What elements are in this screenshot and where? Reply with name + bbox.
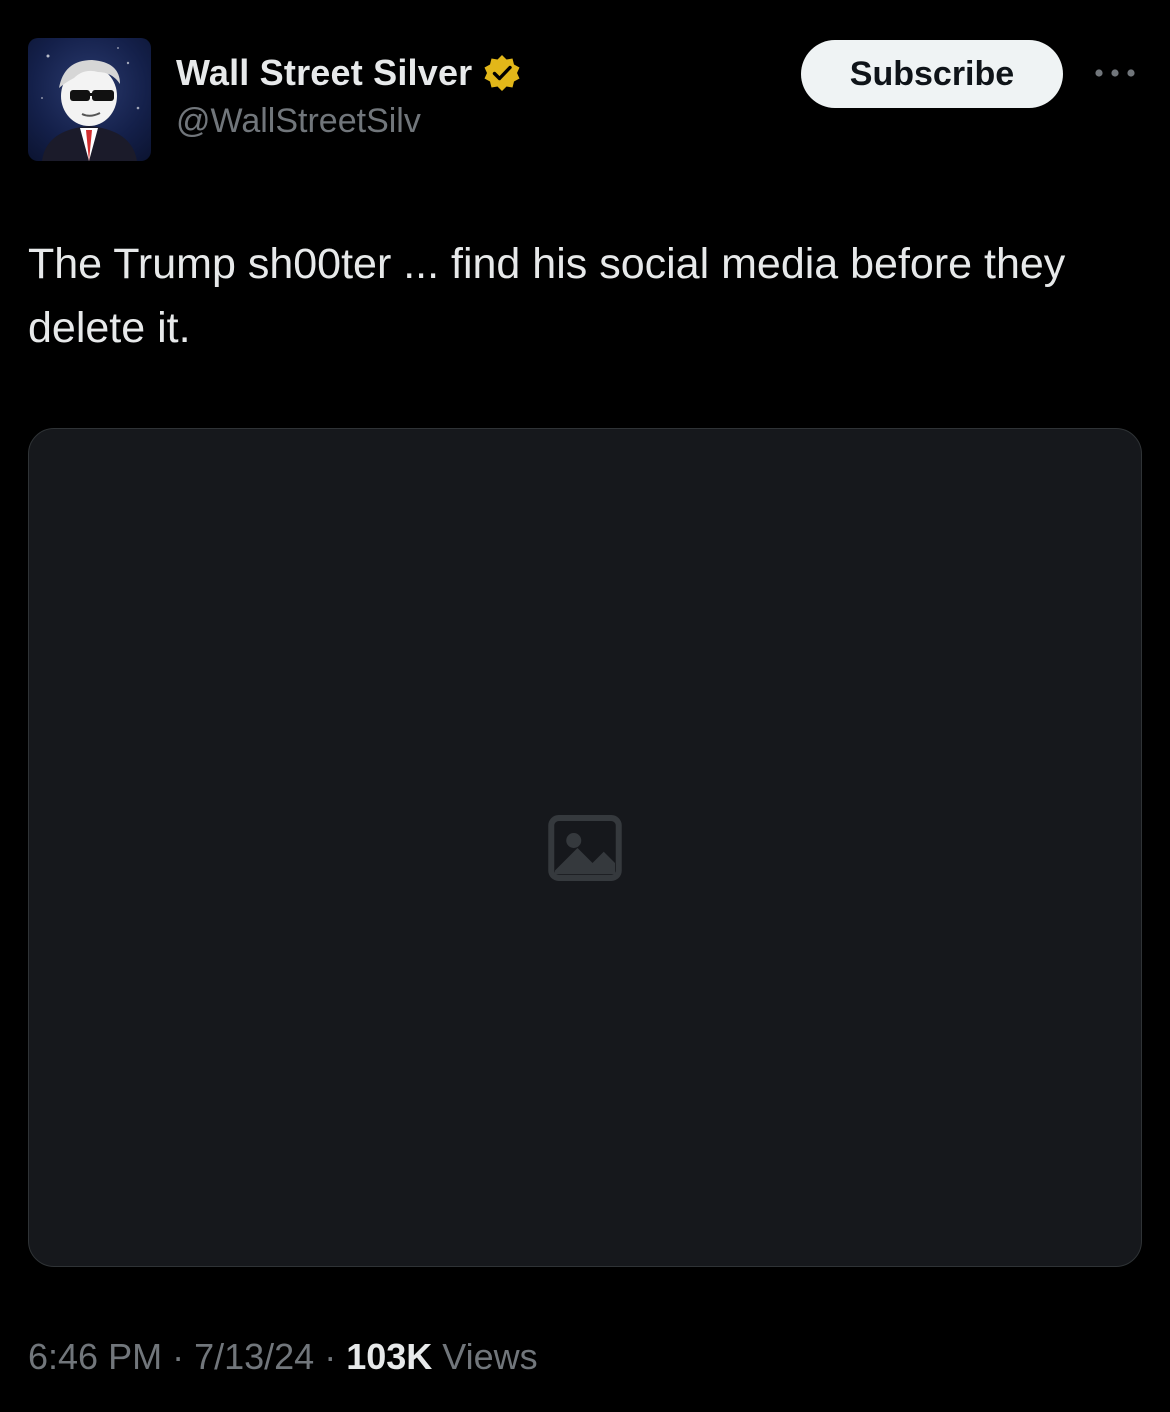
tweet-header: Wall Street Silver @WallStreetSilv Subsc… (28, 38, 1142, 162)
more-icon[interactable] (1090, 60, 1140, 86)
views-count: 103K (346, 1336, 433, 1377)
meta-separator: · (324, 1336, 337, 1377)
author-display-name[interactable]: Wall Street Silver (176, 52, 472, 94)
meta-separator: · (172, 1336, 185, 1377)
tweet-text: The Trump sh00ter ... find his social me… (28, 240, 1066, 352)
author-block[interactable]: Wall Street Silver @WallStreetSilv (176, 52, 522, 141)
verified-badge-icon (484, 55, 520, 91)
tweet-date[interactable]: 7/13/24 (194, 1336, 314, 1378)
views-label: Views (442, 1336, 538, 1377)
tweet-media-photo[interactable] (28, 428, 1142, 1267)
tweet-meta: 6:46 PM · 7/13/24 · 103K Views (28, 1336, 538, 1378)
avatar-icon[interactable] (28, 38, 151, 161)
tweet-time[interactable]: 6:46 PM (28, 1336, 162, 1378)
subscribe-button[interactable]: Subscribe (801, 40, 1063, 108)
author-handle[interactable]: @WallStreetSilv (176, 102, 522, 141)
image-icon (548, 814, 622, 881)
